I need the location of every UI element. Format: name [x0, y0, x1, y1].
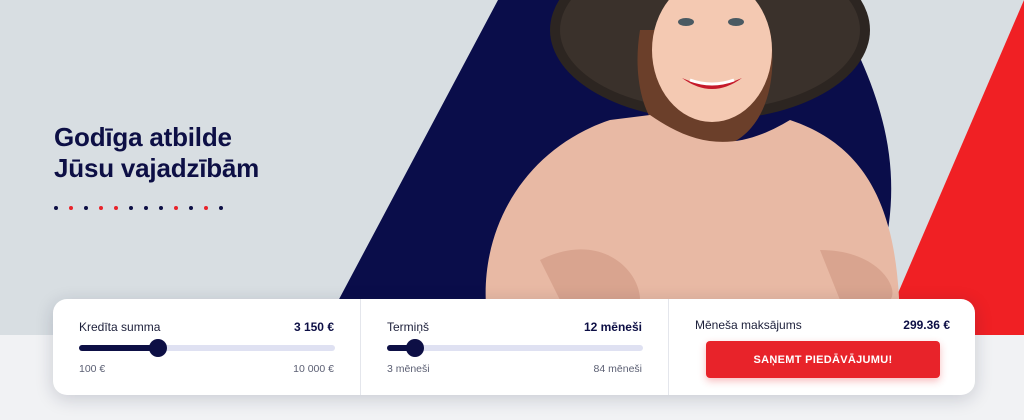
term-value: 12 mēneši: [583, 320, 642, 334]
term-section: Termiņš 12 mēneši 3 mēneši 84 mēneši: [360, 299, 668, 395]
amount-min-label: 100 €: [79, 363, 106, 375]
payment-section: Mēneša maksājums 299.36 € SAŅEMT PIEDĀVĀ…: [668, 299, 975, 395]
dot: [129, 206, 133, 210]
amount-max-label: 10 000 €: [293, 363, 334, 375]
dot: [174, 206, 178, 210]
amount-slider-fill: [79, 345, 158, 351]
term-slider-handle[interactable]: [406, 339, 425, 357]
payment-value: 299.36 €: [903, 318, 950, 332]
amount-value: 3 150 €: [293, 320, 334, 334]
amount-slider[interactable]: [79, 339, 335, 357]
dot: [219, 206, 223, 210]
dot: [159, 206, 163, 210]
headline-line-2: Jūsu vajadzībām: [54, 153, 260, 183]
term-max-label: 84 mēneši: [593, 363, 642, 375]
dot: [144, 206, 148, 210]
dot: [84, 206, 88, 210]
amount-slider-handle[interactable]: [148, 339, 167, 357]
dot: [69, 206, 73, 210]
dot: [99, 206, 103, 210]
term-min-label: 3 mēneši: [387, 363, 430, 375]
dot: [189, 206, 193, 210]
headline-line-1: Godīga atbilde: [54, 122, 232, 152]
dot: [54, 206, 58, 210]
get-offer-button[interactable]: SAŅEMT PIEDĀVĀJUMU!: [706, 341, 940, 378]
loan-calculator: Kredīta summa 3 150 € 100 € 10 000 € Ter…: [53, 299, 975, 395]
hero-banner: Godīga atbilde Jūsu vajadzībām: [0, 0, 1024, 335]
amount-label: Kredīta summa: [79, 320, 161, 334]
payment-label: Mēneša maksājums: [695, 318, 802, 332]
dot: [204, 206, 208, 210]
dot: [114, 206, 118, 210]
term-label: Termiņš: [387, 320, 430, 334]
amount-section: Kredīta summa 3 150 € 100 € 10 000 €: [53, 299, 360, 395]
term-slider[interactable]: [387, 339, 643, 357]
hero-headline: Godīga atbilde Jūsu vajadzībām: [54, 122, 259, 184]
decorative-dots: [54, 206, 223, 210]
